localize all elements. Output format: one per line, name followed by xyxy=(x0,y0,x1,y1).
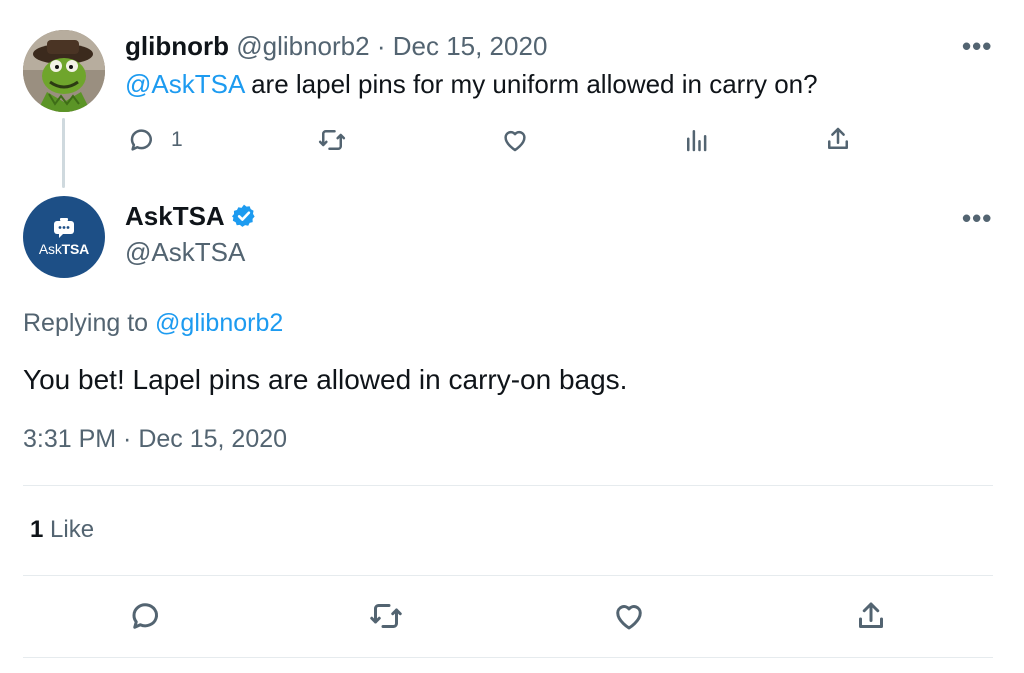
separator-dot: · xyxy=(376,31,386,61)
avatar-asktsa[interactable]: AskTSA xyxy=(23,196,105,278)
reply-icon xyxy=(132,603,158,629)
mention-link[interactable]: @AskTSA xyxy=(125,69,244,99)
share-icon xyxy=(828,127,848,149)
chat-bubble-icon xyxy=(54,217,74,238)
replying-prefix: Replying to xyxy=(23,309,156,337)
share-icon xyxy=(859,602,883,628)
parent-tweet-header: glibnorb @glibnorb2 · Dec 15, 2020 xyxy=(125,31,547,61)
tweet-timestamp[interactable]: 3:31 PM · Dec 15, 2020 xyxy=(23,423,287,455)
divider xyxy=(23,575,993,576)
tweet-body-text: are lapel pins for my uniform allowed in… xyxy=(243,69,818,99)
retweet-button[interactable] xyxy=(317,125,347,155)
tweet-date[interactable]: Dec 15, 2020 xyxy=(393,31,548,61)
reply-button[interactable]: 1 xyxy=(127,125,183,155)
divider xyxy=(23,485,993,486)
views-button[interactable] xyxy=(682,125,712,155)
more-options-button-main[interactable]: ••• xyxy=(962,205,992,231)
retweet-button-main[interactable] xyxy=(368,598,404,639)
reply-icon xyxy=(130,129,152,151)
heart-icon xyxy=(616,605,642,630)
retweet-icon xyxy=(370,604,402,628)
parent-tweet-text: @AskTSA are lapel pins for my uniform al… xyxy=(125,68,818,100)
verified-badge-icon[interactable] xyxy=(231,203,257,229)
user-handle[interactable]: @glibnorb2 xyxy=(236,31,369,61)
avatar-glibnorb[interactable] xyxy=(23,30,105,112)
replying-handle-link[interactable]: @glibnorb2 xyxy=(155,309,283,337)
like-count: 1 xyxy=(30,516,44,543)
main-author-handle[interactable]: @AskTSA xyxy=(125,236,245,268)
more-options-button[interactable]: ••• xyxy=(962,33,992,59)
like-button[interactable] xyxy=(500,125,530,155)
kermit-avatar-icon xyxy=(23,30,105,112)
like-label: Like xyxy=(43,516,95,543)
share-button-main[interactable] xyxy=(853,598,889,639)
display-name[interactable]: AskTSA xyxy=(125,200,225,232)
thread-connector-line xyxy=(62,118,65,188)
divider xyxy=(23,657,993,658)
replying-to-line: Replying to @glibnorb2 xyxy=(23,307,283,339)
views-icon xyxy=(687,130,707,152)
reply-count: 1 xyxy=(171,128,183,151)
retweet-icon xyxy=(318,130,346,150)
main-tweet-text: You bet! Lapel pins are allowed in carry… xyxy=(23,364,628,395)
display-name[interactable]: glibnorb xyxy=(125,31,229,61)
heart-icon xyxy=(504,130,526,152)
share-button[interactable] xyxy=(823,124,853,154)
reply-button-main[interactable] xyxy=(128,598,164,639)
main-author-name: AskTSA xyxy=(125,200,257,232)
avatar-logo-text: AskTSA xyxy=(38,240,90,257)
like-button-main[interactable] xyxy=(611,598,647,639)
likes-count-link[interactable]: 1 Like xyxy=(30,515,94,545)
